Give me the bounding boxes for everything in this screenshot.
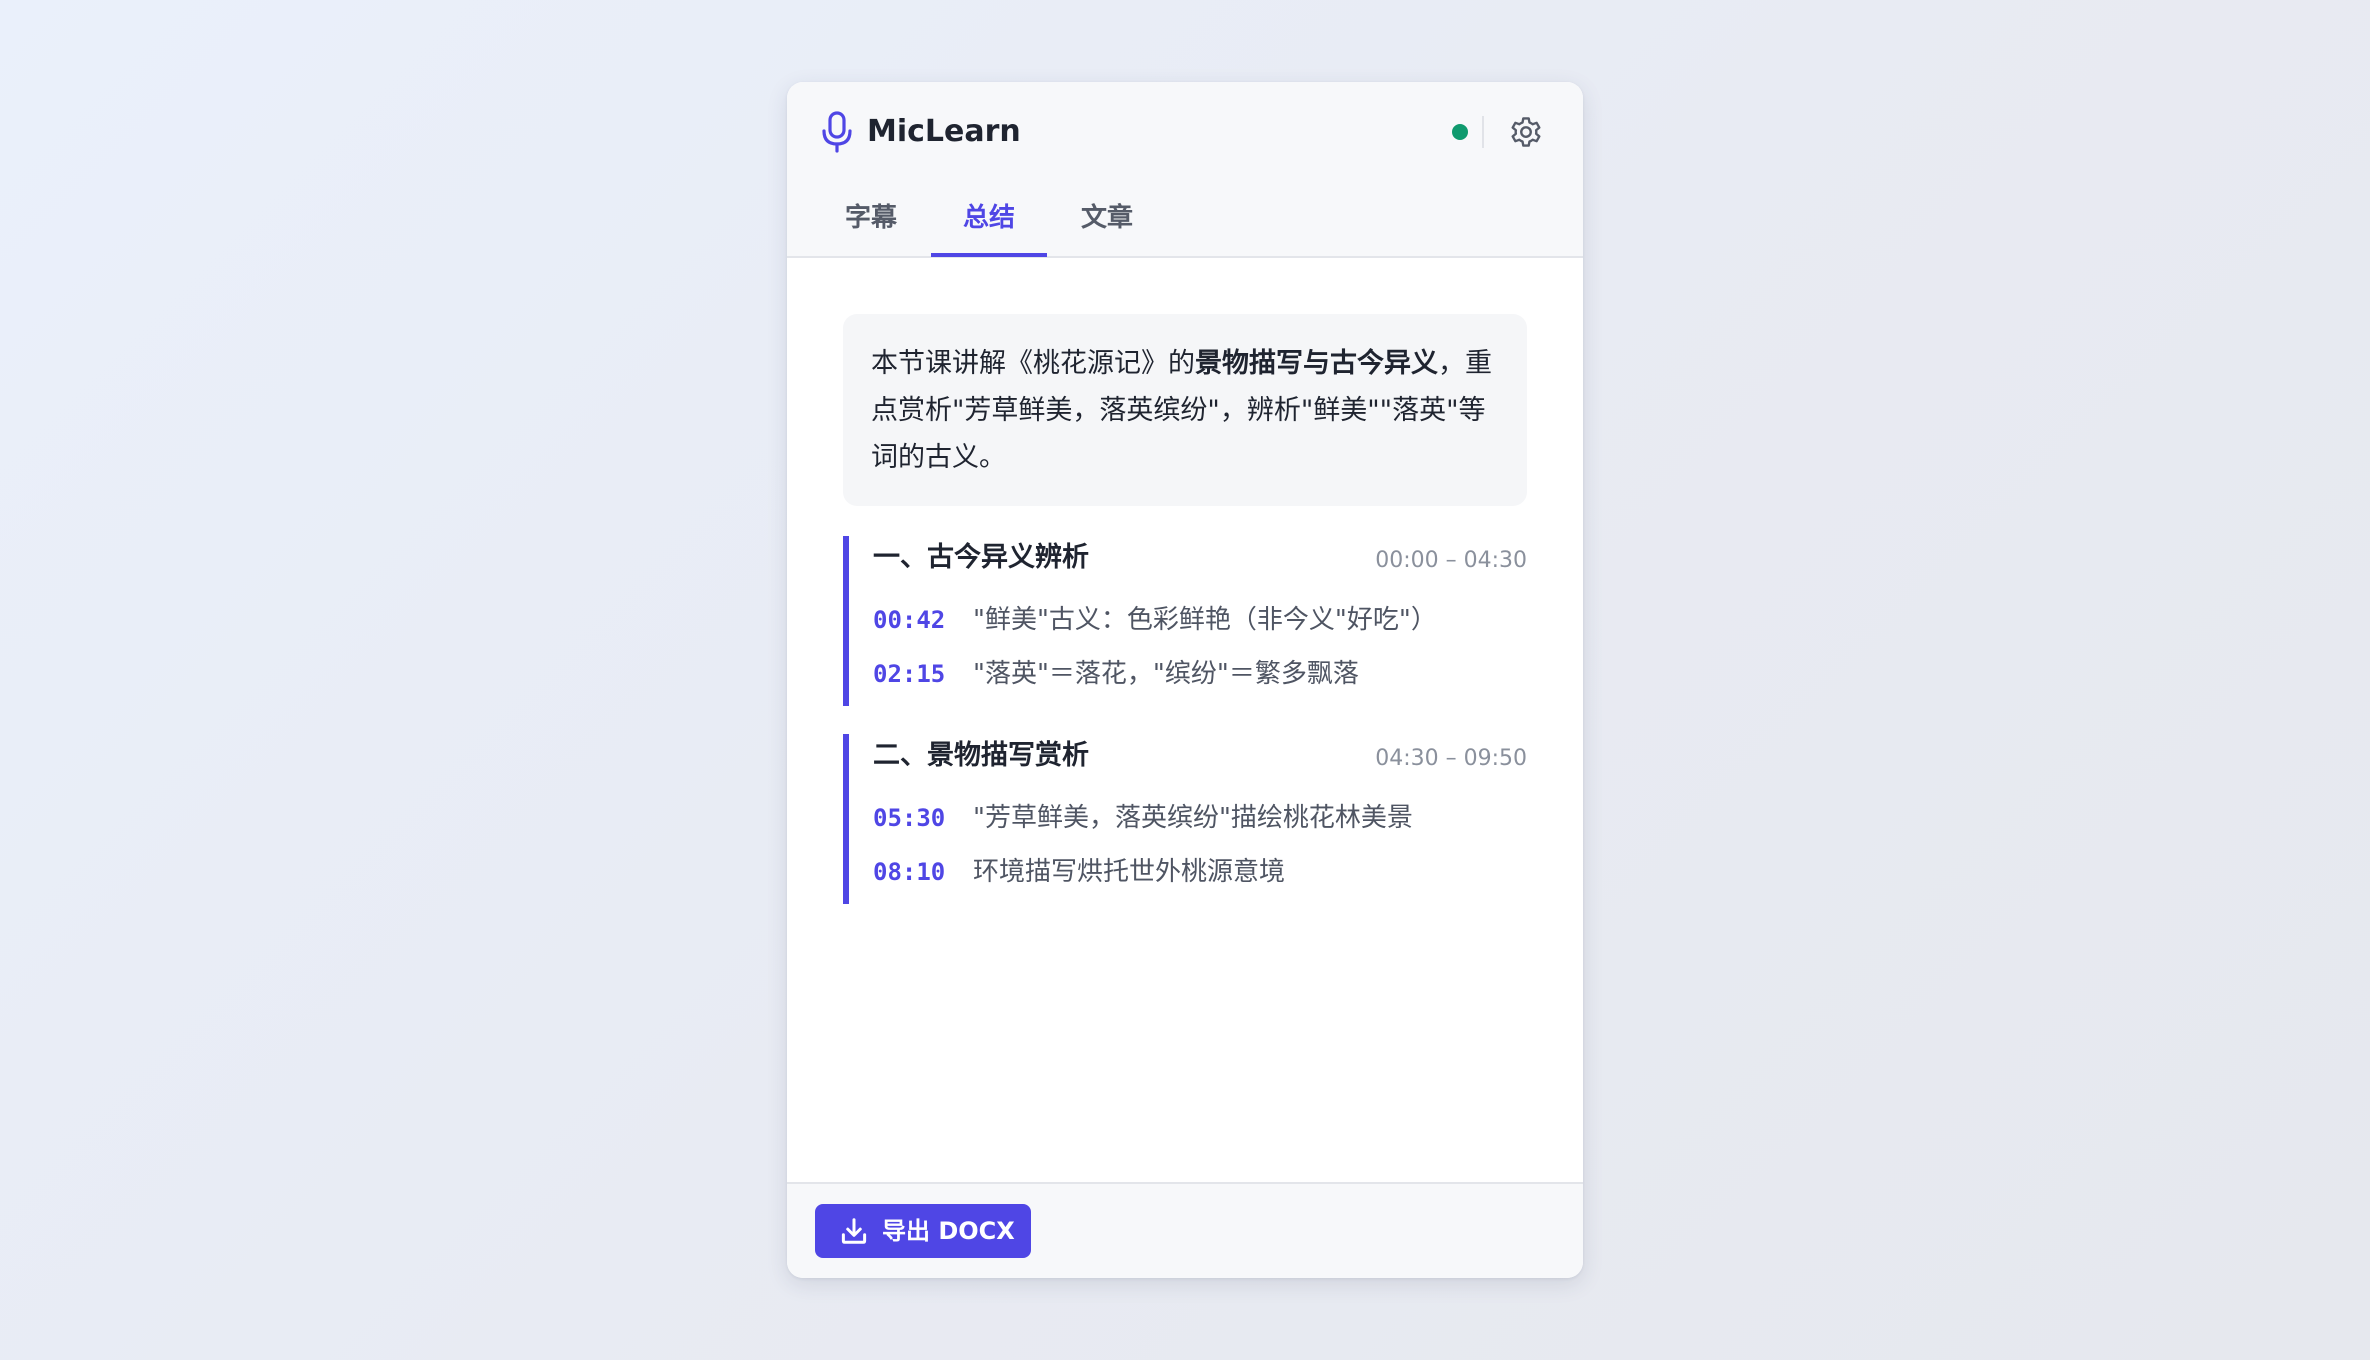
section-time-range: 00:00 – 04:30 [1375,548,1527,573]
summary-text-start: 本节课讲解《桃花源记》的 [871,348,1195,379]
header-divider [1482,116,1484,148]
tab-bar: 字幕 总结 文章 [787,182,1583,258]
timestamp-item[interactable]: 05:30 "芳草鲜美，落英缤纷"描绘桃花林美景 [873,798,1527,838]
timestamp-note: "鲜美"古义：色彩鲜艳（非今义"好吃"） [973,605,1437,635]
summary-section: 二、景物描写赏析 04:30 – 09:50 05:30 "芳草鲜美，落英缤纷"… [843,734,1527,904]
tab-subtitles[interactable]: 字幕 [831,182,911,256]
timestamp-note: "芳草鲜美，落英缤纷"描绘桃花林美景 [973,803,1413,833]
export-docx-button[interactable]: 导出 DOCX [815,1204,1031,1258]
timestamp-link[interactable]: 00:42 [873,600,945,640]
header: MicLearn [787,82,1583,184]
app-title: MicLearn [867,114,1021,149]
footer: 导出 DOCX [787,1182,1583,1278]
summary-section: 一、古今异义辨析 00:00 – 04:30 00:42 "鲜美"古义：色彩鲜艳… [843,536,1527,706]
timestamp-item[interactable]: 02:15 "落英"＝落花，"缤纷"＝繁多飘落 [873,654,1527,694]
tab-summary[interactable]: 总结 [931,182,1047,257]
microphone-icon [822,111,852,153]
miclearn-panel: MicLearn 字幕 总结 文章 本节课讲解《桃花源记》的景物描写与古今异义，… [787,82,1583,1278]
summary-box: 本节课讲解《桃花源记》的景物描写与古今异义，重点赏析"芳草鲜美，落英缤纷"，辨析… [843,314,1527,506]
tab-article[interactable]: 文章 [1067,182,1147,256]
section-time-range: 04:30 – 09:50 [1375,746,1527,771]
timestamp-note: "落英"＝落花，"缤纷"＝繁多飘落 [973,659,1359,689]
status-indicator [1452,124,1468,140]
download-icon [841,1218,867,1244]
section-title: 二、景物描写赏析 [873,740,1089,771]
gear-icon[interactable] [1507,113,1545,151]
timestamp-link[interactable]: 02:15 [873,654,945,694]
timestamp-link[interactable]: 08:10 [873,852,945,892]
export-button-label: 导出 DOCX [882,1217,1015,1245]
section-title: 一、古今异义辨析 [873,542,1089,573]
timestamp-link[interactable]: 05:30 [873,798,945,838]
timestamp-note: 环境描写烘托世外桃源意境 [973,857,1286,887]
timestamp-item[interactable]: 08:10 环境描写烘托世外桃源意境 [873,852,1527,892]
timestamp-item[interactable]: 00:42 "鲜美"古义：色彩鲜艳（非今义"好吃"） [873,600,1527,640]
summary-text-highlight: 景物描写与古今异义 [1195,348,1438,379]
